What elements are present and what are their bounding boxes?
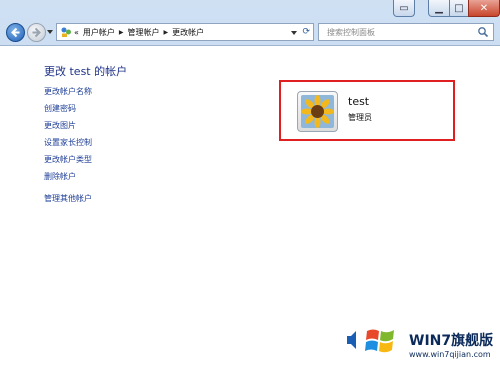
- forward-button[interactable]: [27, 23, 46, 42]
- refresh-icon[interactable]: ⟳: [302, 27, 310, 37]
- speaker-shape-icon: [347, 331, 356, 349]
- back-button[interactable]: [6, 23, 25, 42]
- delete-account-link[interactable]: 删除帐户: [44, 171, 76, 182]
- watermark-url: www.win7qijian.com: [409, 350, 491, 359]
- maximize-button[interactable]: □: [449, 0, 469, 17]
- user-account-tile[interactable]: test 管理员: [279, 80, 455, 141]
- breadcrumb-separator-icon[interactable]: ▶: [164, 29, 169, 36]
- recent-pages-dropdown[interactable]: [47, 30, 53, 34]
- close-button[interactable]: ✕: [468, 0, 500, 17]
- sunflower-icon: [301, 95, 334, 128]
- manage-other-accounts-link[interactable]: 管理其他帐户: [44, 193, 92, 204]
- create-password-link[interactable]: 创建密码: [44, 103, 76, 114]
- forward-arrow-icon: [32, 27, 41, 38]
- control-panel-window: ▭ ▁ □ ✕ « 用户帐户 ▶ 管理帐户 ▶ 更改帐户 ⟳ 搜索控制面板 更改…: [0, 0, 500, 377]
- navigation-bar: « 用户帐户 ▶ 管理帐户 ▶ 更改帐户 ⟳ 搜索控制面板: [0, 20, 500, 44]
- page-title: 更改 test 的帐户: [44, 65, 128, 78]
- breadcrumb-manage-accounts[interactable]: 管理帐户: [128, 27, 160, 38]
- search-icon[interactable]: [477, 26, 489, 38]
- breadcrumb-separator-icon[interactable]: ▶: [119, 29, 124, 36]
- change-account-name-link[interactable]: 更改帐户名称: [44, 86, 92, 97]
- breadcrumb-user-accounts[interactable]: 用户帐户: [83, 27, 115, 38]
- user-name: test: [348, 95, 370, 108]
- breadcrumb-change-account[interactable]: 更改帐户: [172, 27, 204, 38]
- parental-controls-link[interactable]: 设置家长控制: [44, 137, 92, 148]
- avatar: [297, 91, 338, 132]
- minimize-extra-button[interactable]: ▭: [393, 0, 415, 17]
- search-box[interactable]: 搜索控制面板: [318, 23, 494, 41]
- address-history-chevron[interactable]: «: [74, 28, 79, 37]
- windows-logo-icon: [365, 329, 394, 353]
- address-dropdown-icon[interactable]: [291, 31, 297, 35]
- change-account-type-link[interactable]: 更改帐户类型: [44, 154, 92, 165]
- minimize-button[interactable]: ▁: [428, 0, 450, 17]
- user-role: 管理员: [348, 113, 372, 122]
- watermark: WIN7旗舰版 www.win7qijian.com: [345, 322, 500, 374]
- control-panel-icon: [60, 26, 72, 38]
- change-picture-link[interactable]: 更改图片: [44, 120, 76, 131]
- back-arrow-icon: [11, 27, 20, 38]
- address-bar[interactable]: « 用户帐户 ▶ 管理帐户 ▶ 更改帐户 ⟳: [56, 23, 314, 41]
- watermark-title: WIN7旗舰版: [409, 333, 494, 349]
- title-bar: ▭ ▁ □ ✕: [0, 0, 500, 20]
- search-input[interactable]: 搜索控制面板: [327, 27, 477, 38]
- main-content: 更改 test 的帐户 更改帐户名称 创建密码 更改图片 设置家长控制 更改帐户…: [0, 45, 500, 377]
